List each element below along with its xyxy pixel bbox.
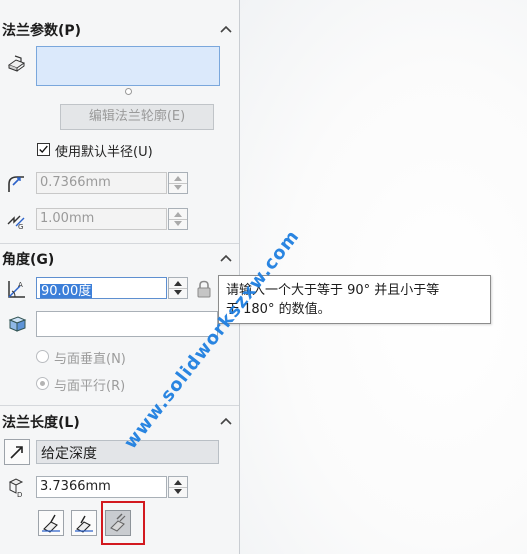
flange-angle-icon: A	[8, 281, 25, 298]
flange-length-header[interactable]: 法兰长度(L)	[0, 409, 239, 435]
flange-angle-value: 90.00度	[40, 284, 93, 299]
edge-select-icon	[7, 55, 26, 72]
lock-icon[interactable]	[196, 280, 212, 298]
gap-distance-icon: G	[7, 215, 25, 230]
property-manager-panel: 法兰参数(P) 编辑法兰轮廓(E) 使用默认半径(U) 0.7366mm G 1…	[0, 0, 240, 554]
flange-angle-spinner[interactable]	[168, 277, 188, 299]
bend-radius-spinner[interactable]	[168, 172, 188, 194]
section-divider	[0, 405, 239, 406]
edge-selection-box[interactable]	[36, 46, 220, 86]
section-divider	[0, 243, 239, 244]
parallel-label: 与面平行(R)	[54, 379, 126, 394]
inner-virtual-sharp-button[interactable]	[71, 510, 97, 536]
resize-handle[interactable]	[125, 88, 132, 95]
svg-text:G: G	[18, 223, 23, 230]
flange-length-title: 法兰长度(L)	[2, 415, 80, 431]
reference-face-input[interactable]	[36, 311, 218, 337]
collapse-chevron-icon[interactable]	[219, 252, 233, 266]
flange-length-input[interactable]: 3.7366mm	[36, 476, 167, 498]
length-distance-icon: D	[8, 478, 24, 498]
inner-virtual-sharp-icon	[75, 515, 93, 533]
angle-title: 角度(G)	[2, 252, 55, 268]
flange-length-spinner[interactable]	[168, 476, 188, 498]
tooltip-line-2: 于 180° 的数值。	[226, 302, 331, 317]
parallel-radio[interactable]	[36, 377, 49, 390]
edit-flange-profile-button[interactable]: 编辑法兰轮廓(E)	[60, 104, 214, 130]
reference-face-icon	[8, 316, 27, 332]
outer-virtual-sharp-icon	[42, 514, 60, 533]
reverse-direction-icon	[10, 446, 23, 459]
checkmark-icon	[39, 145, 48, 154]
gap-distance-input[interactable]: 1.00mm	[36, 208, 167, 230]
gap-distance-spinner[interactable]	[168, 208, 188, 230]
flange-params-header[interactable]: 法兰参数(P)	[0, 17, 239, 43]
default-radius-checkbox[interactable]	[37, 143, 50, 156]
reverse-direction-button[interactable]	[4, 439, 30, 465]
bend-radius-icon	[8, 176, 24, 192]
flange-angle-input[interactable]: 90.00度	[36, 277, 167, 299]
svg-text:D: D	[17, 491, 22, 498]
perpendicular-radio[interactable]	[36, 350, 49, 363]
perpendicular-label: 与面垂直(N)	[54, 352, 126, 367]
flange-params-title: 法兰参数(P)	[2, 23, 82, 39]
highlight-box	[101, 501, 145, 545]
bend-radius-input[interactable]: 0.7366mm	[36, 172, 167, 194]
collapse-chevron-icon[interactable]	[219, 23, 233, 37]
collapse-chevron-icon[interactable]	[219, 415, 233, 429]
outer-virtual-sharp-button[interactable]	[38, 510, 64, 536]
angle-header[interactable]: 角度(G)	[0, 246, 239, 272]
svg-text:A: A	[18, 281, 23, 289]
default-radius-label: 使用默认半径(U)	[55, 145, 153, 160]
